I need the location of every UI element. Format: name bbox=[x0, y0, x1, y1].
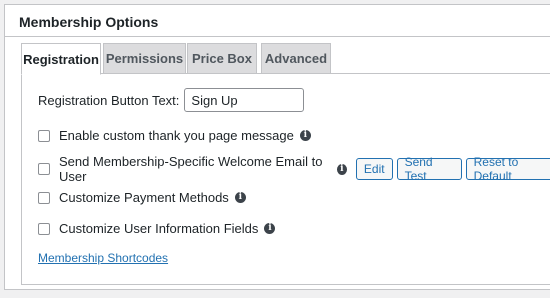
info-icon[interactable]: i bbox=[299, 130, 311, 141]
send-test-button[interactable]: Send Test bbox=[396, 155, 462, 183]
option-row-thank-you: Enable custom thank you page message i bbox=[38, 128, 311, 143]
welcome-email-checkbox[interactable] bbox=[38, 163, 50, 175]
edit-button[interactable]: Edit bbox=[355, 158, 393, 180]
thank-you-label: Enable custom thank you page message bbox=[59, 128, 294, 143]
option-row-user-fields: Customize User Information Fields i bbox=[38, 221, 276, 236]
button-text-label: Registration Button Text: bbox=[38, 92, 180, 108]
option-row-welcome-email: Send Membership-Specific Welcome Email t… bbox=[38, 154, 550, 184]
user-fields-label: Customize User Information Fields bbox=[59, 221, 259, 236]
option-row-payment-methods: Customize Payment Methods i bbox=[38, 190, 246, 205]
user-fields-checkbox[interactable] bbox=[38, 222, 50, 235]
tab-permissions[interactable]: Permissions bbox=[103, 43, 186, 74]
welcome-email-label: Send Membership-Specific Welcome Email t… bbox=[59, 154, 323, 184]
thank-you-checkbox[interactable] bbox=[38, 129, 50, 142]
info-icon[interactable]: i bbox=[336, 163, 347, 175]
membership-options-panel: Membership Options Registration Permissi… bbox=[4, 4, 550, 290]
payment-methods-label: Customize Payment Methods bbox=[59, 190, 229, 205]
button-text-input[interactable] bbox=[184, 88, 305, 112]
panel-title: Membership Options bbox=[5, 5, 550, 37]
registration-tab-content: Registration Button Text: Enable custom … bbox=[21, 73, 550, 285]
payment-methods-checkbox[interactable] bbox=[38, 191, 50, 204]
button-text-row: Registration Button Text: bbox=[38, 88, 305, 112]
info-icon[interactable]: i bbox=[264, 223, 276, 234]
reset-to-default-button[interactable]: Reset to Default bbox=[465, 155, 550, 183]
membership-shortcodes-link[interactable]: Membership Shortcodes bbox=[38, 251, 168, 265]
tab-advanced[interactable]: Advanced bbox=[261, 43, 331, 74]
tab-price-box[interactable]: Price Box bbox=[187, 43, 257, 74]
shortcodes-row: Membership Shortcodes bbox=[38, 251, 168, 265]
info-icon[interactable]: i bbox=[234, 192, 246, 203]
tab-registration[interactable]: Registration bbox=[21, 43, 101, 75]
